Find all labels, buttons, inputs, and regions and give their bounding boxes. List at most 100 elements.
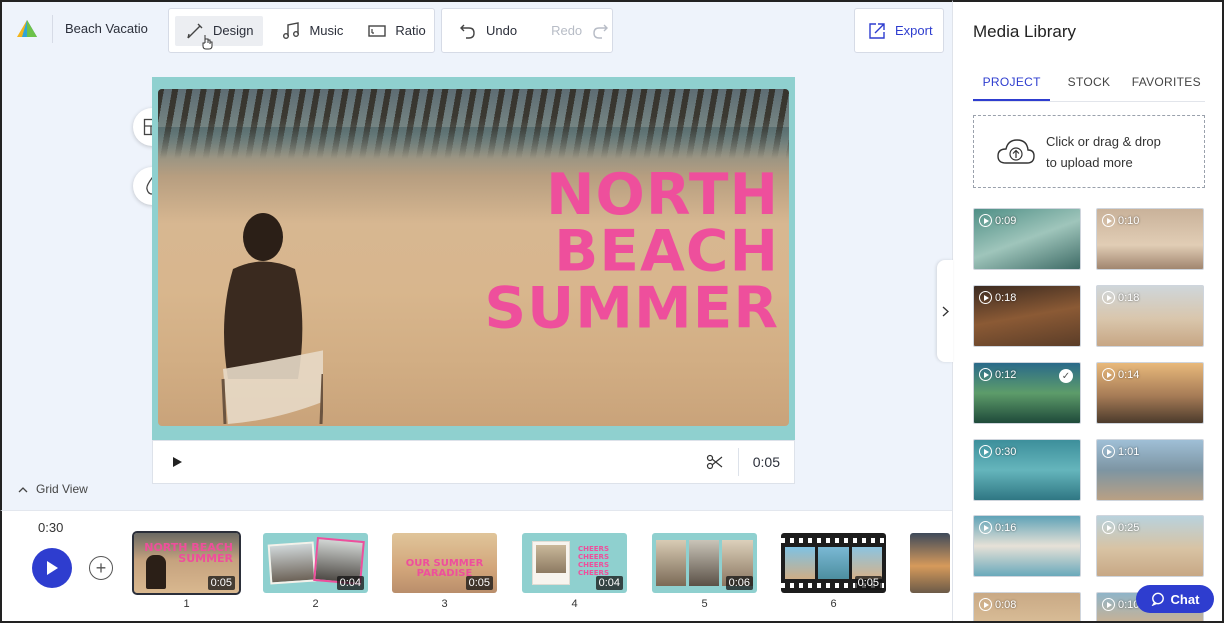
export-button[interactable]: Export: [854, 8, 944, 53]
duration-text: 0:25: [1118, 521, 1140, 534]
play-circle-icon: [979, 214, 992, 227]
video-canvas[interactable]: NORTH BEACH SUMMER: [152, 77, 795, 440]
ratio-button[interactable]: Ratio: [355, 9, 437, 52]
clip-photo: [785, 547, 815, 579]
headline-text[interactable]: NORTH BEACH SUMMER: [484, 166, 779, 337]
upload-text: Click or drag & drop to upload more: [1046, 131, 1161, 173]
undo-icon: [460, 24, 475, 39]
design-label: Design: [213, 23, 254, 38]
scissors-icon[interactable]: [706, 454, 724, 470]
total-time: 0:30: [38, 520, 64, 535]
export-inner: Export: [855, 9, 945, 52]
headline-line-1: NORTH: [545, 160, 779, 228]
play-circle-icon: [979, 521, 992, 534]
media-item[interactable]: 0:12 ✓: [973, 362, 1081, 424]
play-button[interactable]: [32, 548, 72, 588]
panel-title: Media Library: [973, 22, 1076, 41]
collapse-panel-button[interactable]: [937, 260, 953, 362]
upload-dropzone[interactable]: Click or drag & drop to upload more: [973, 115, 1205, 188]
play-circle-icon: [1102, 214, 1115, 227]
play-icon[interactable]: [171, 456, 183, 468]
aspect-ratio-icon: [368, 24, 387, 37]
timeline-clip-7[interactable]: [910, 533, 950, 593]
grid-view-toggle[interactable]: Grid View: [18, 482, 88, 496]
timeline-clip-4[interactable]: CHEERS CHEERS CHEERS CHEERS 0:04: [522, 533, 627, 593]
timeline-clip-6[interactable]: 0:05: [781, 533, 886, 593]
clip-duration: 0:06: [725, 576, 753, 590]
media-item[interactable]: 0:18: [1096, 285, 1204, 347]
hand-cursor-icon: [202, 35, 213, 50]
clip-overlay-text: CHEERS CHEERS CHEERS CHEERS: [578, 545, 609, 577]
polaroid-photo: [532, 541, 570, 585]
divider: [52, 14, 53, 43]
play-circle-icon: [979, 368, 992, 381]
clip-duration: 0:04: [336, 576, 364, 590]
plus-icon: +: [95, 558, 107, 578]
clip-number-2: 2: [312, 598, 319, 610]
play-icon: [47, 561, 58, 575]
clip-overlay-text: NORTH BEACH SUMMER: [144, 541, 233, 565]
woman-on-chair-image: [221, 213, 323, 424]
media-item[interactable]: 0:10: [1096, 208, 1204, 270]
duration-text: 0:09: [995, 214, 1017, 227]
clip-number-4: 4: [571, 598, 578, 610]
duration-text: 0:08: [995, 598, 1017, 611]
media-item[interactable]: 0:30: [973, 439, 1081, 501]
media-item[interactable]: 0:08: [973, 592, 1081, 623]
media-duration: 0:10: [1102, 214, 1139, 227]
player-bar: 0:05: [152, 440, 795, 484]
media-item[interactable]: 0:09: [973, 208, 1081, 270]
play-circle-icon: [979, 445, 992, 458]
chevron-right-icon: [942, 306, 949, 316]
chat-button[interactable]: Chat: [1136, 585, 1214, 613]
play-circle-icon: [979, 291, 992, 304]
play-circle-icon: [979, 598, 992, 611]
media-duration: 0:08: [979, 598, 1016, 611]
media-duration: 0:10: [1102, 598, 1139, 611]
tab-project[interactable]: PROJECT: [973, 72, 1051, 101]
redo-label: Redo: [551, 23, 583, 38]
media-item[interactable]: 0:18: [973, 285, 1081, 347]
timeline-clip-2[interactable]: 0:04: [263, 533, 368, 593]
duration-text: 0:18: [995, 291, 1017, 304]
history-toolbar: Undo Redo: [441, 8, 613, 53]
media-duration: 0:16: [979, 521, 1016, 534]
headline-line-2: BEACH: [554, 217, 779, 285]
tab-stock[interactable]: STOCK: [1050, 72, 1127, 101]
media-duration: 0:14: [1102, 368, 1139, 381]
undo-button[interactable]: Undo: [442, 9, 533, 52]
media-item[interactable]: 0:16: [973, 515, 1081, 577]
clip-photo: [689, 540, 719, 586]
clip-duration: 0:04: [595, 576, 623, 590]
clip-photo: [267, 541, 317, 585]
media-item[interactable]: 1:01: [1096, 439, 1204, 501]
tab-favorites[interactable]: FAVORITES: [1128, 72, 1205, 101]
media-item[interactable]: 0:25: [1096, 515, 1204, 577]
design-button[interactable]: Design: [175, 15, 264, 46]
duration-text: 0:12: [995, 368, 1017, 381]
media-duration: 0:18: [979, 291, 1016, 304]
export-icon: [869, 22, 885, 39]
media-duration: 0:12: [979, 368, 1016, 381]
redo-button[interactable]: Redo: [533, 9, 628, 52]
undo-label: Undo: [486, 23, 518, 38]
media-item[interactable]: 0:14: [1096, 362, 1204, 424]
play-circle-icon: [1102, 368, 1115, 381]
timeline-clip-3[interactable]: OUR SUMMER PARADISE 0:05: [392, 533, 497, 593]
redo-icon: [593, 24, 609, 39]
music-button[interactable]: Music: [269, 9, 355, 52]
chat-label: Chat: [1170, 591, 1200, 607]
project-header: Beach Vacatio: [2, 6, 162, 51]
selected-check-icon: ✓: [1059, 369, 1073, 383]
timeline-clip-1[interactable]: NORTH BEACH SUMMER 0:05: [132, 531, 241, 595]
project-name[interactable]: Beach Vacatio: [65, 21, 148, 36]
clip-photo: [656, 540, 686, 586]
add-clip-button[interactable]: +: [89, 556, 113, 580]
play-circle-icon: [1102, 521, 1115, 534]
media-duration: 1:01: [1102, 445, 1139, 458]
play-circle-icon: [1102, 445, 1115, 458]
clip-photo: [852, 547, 882, 579]
timeline-clip-5[interactable]: 0:06: [652, 533, 757, 593]
polaroid-image: [536, 545, 566, 573]
music-label: Music: [309, 23, 344, 38]
